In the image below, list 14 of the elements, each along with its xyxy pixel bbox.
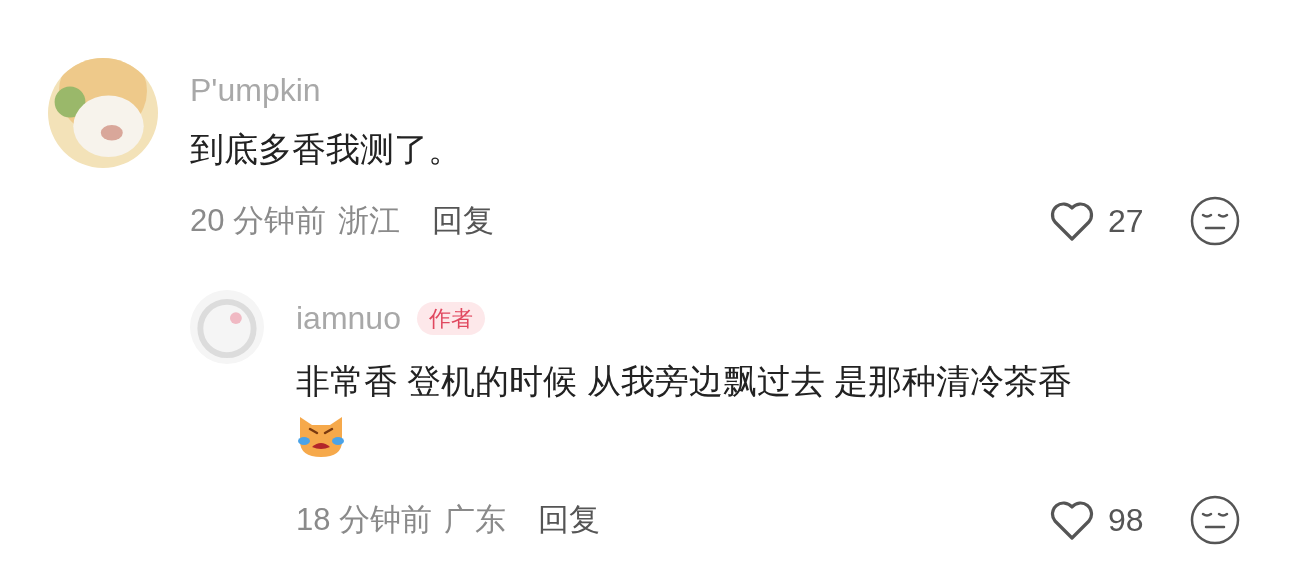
neutral-face-icon[interactable] bbox=[1190, 196, 1240, 247]
reply-link[interactable]: 回复 bbox=[538, 496, 601, 544]
like-count: 98 bbox=[1108, 500, 1145, 540]
comment-text: 到底多香我测了。 bbox=[190, 129, 463, 170]
reply-link[interactable]: 回复 bbox=[432, 198, 495, 245]
comment-text: 非常香 登机的时候 从我旁边飘过去 是那种清冷茶香 bbox=[296, 361, 1074, 403]
heart-icon[interactable] bbox=[1048, 199, 1096, 244]
comment-location: 广东 bbox=[444, 500, 507, 539]
comment-location: 浙江 bbox=[338, 202, 401, 241]
comment-time: 18 分钟前 bbox=[296, 500, 433, 539]
comment-time: 20 分钟前 bbox=[190, 202, 327, 241]
neutral-face-icon[interactable] bbox=[1190, 494, 1240, 545]
like-count: 27 bbox=[1108, 202, 1145, 242]
author-badge: 作者 bbox=[416, 301, 485, 335]
